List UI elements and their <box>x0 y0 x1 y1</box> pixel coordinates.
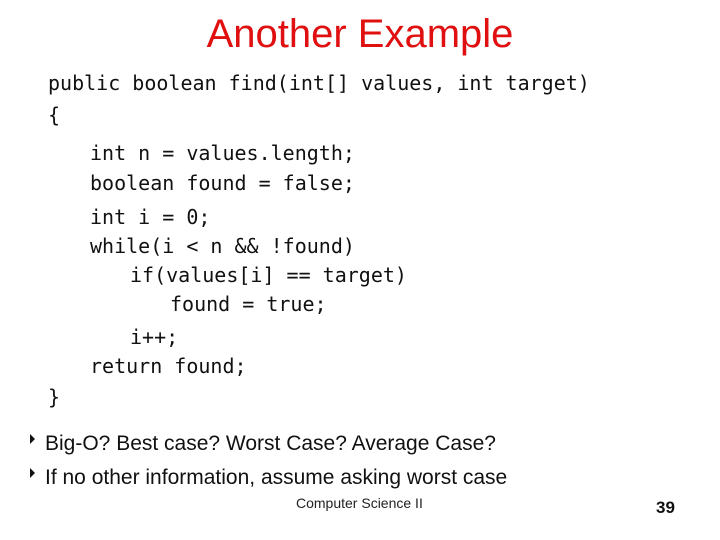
bullet-text: If no other information, assume asking w… <box>45 466 508 489</box>
slide-title: Another Example <box>206 12 514 56</box>
page-number: 39 <box>656 498 675 517</box>
triangle-bullet-icon <box>30 468 35 478</box>
bullet-text: Big-O? Best case? Worst Case? Average Ca… <box>45 432 496 455</box>
code-line: boolean found = false; <box>90 171 355 195</box>
code-line: if(values[i] == target) <box>130 263 407 287</box>
code-line: public boolean find(int[] values, int ta… <box>48 71 590 95</box>
code-line: while(i < n && !found) <box>90 234 355 258</box>
bullet-item: Big-O? Best case? Worst Case? Average Ca… <box>30 430 496 458</box>
code-line: i++; <box>130 325 179 349</box>
code-line: return found; <box>90 354 247 378</box>
code-line: found = true; <box>170 292 327 316</box>
triangle-bullet-icon <box>30 434 35 444</box>
slide-footer: Computer Science II <box>296 495 423 511</box>
code-line: } <box>48 385 61 409</box>
code-line: int n = values.length; <box>90 141 355 165</box>
code-line: int i = 0; <box>90 205 211 229</box>
bullet-item: If no other information, assume asking w… <box>30 464 507 492</box>
code-line: { <box>48 103 61 127</box>
